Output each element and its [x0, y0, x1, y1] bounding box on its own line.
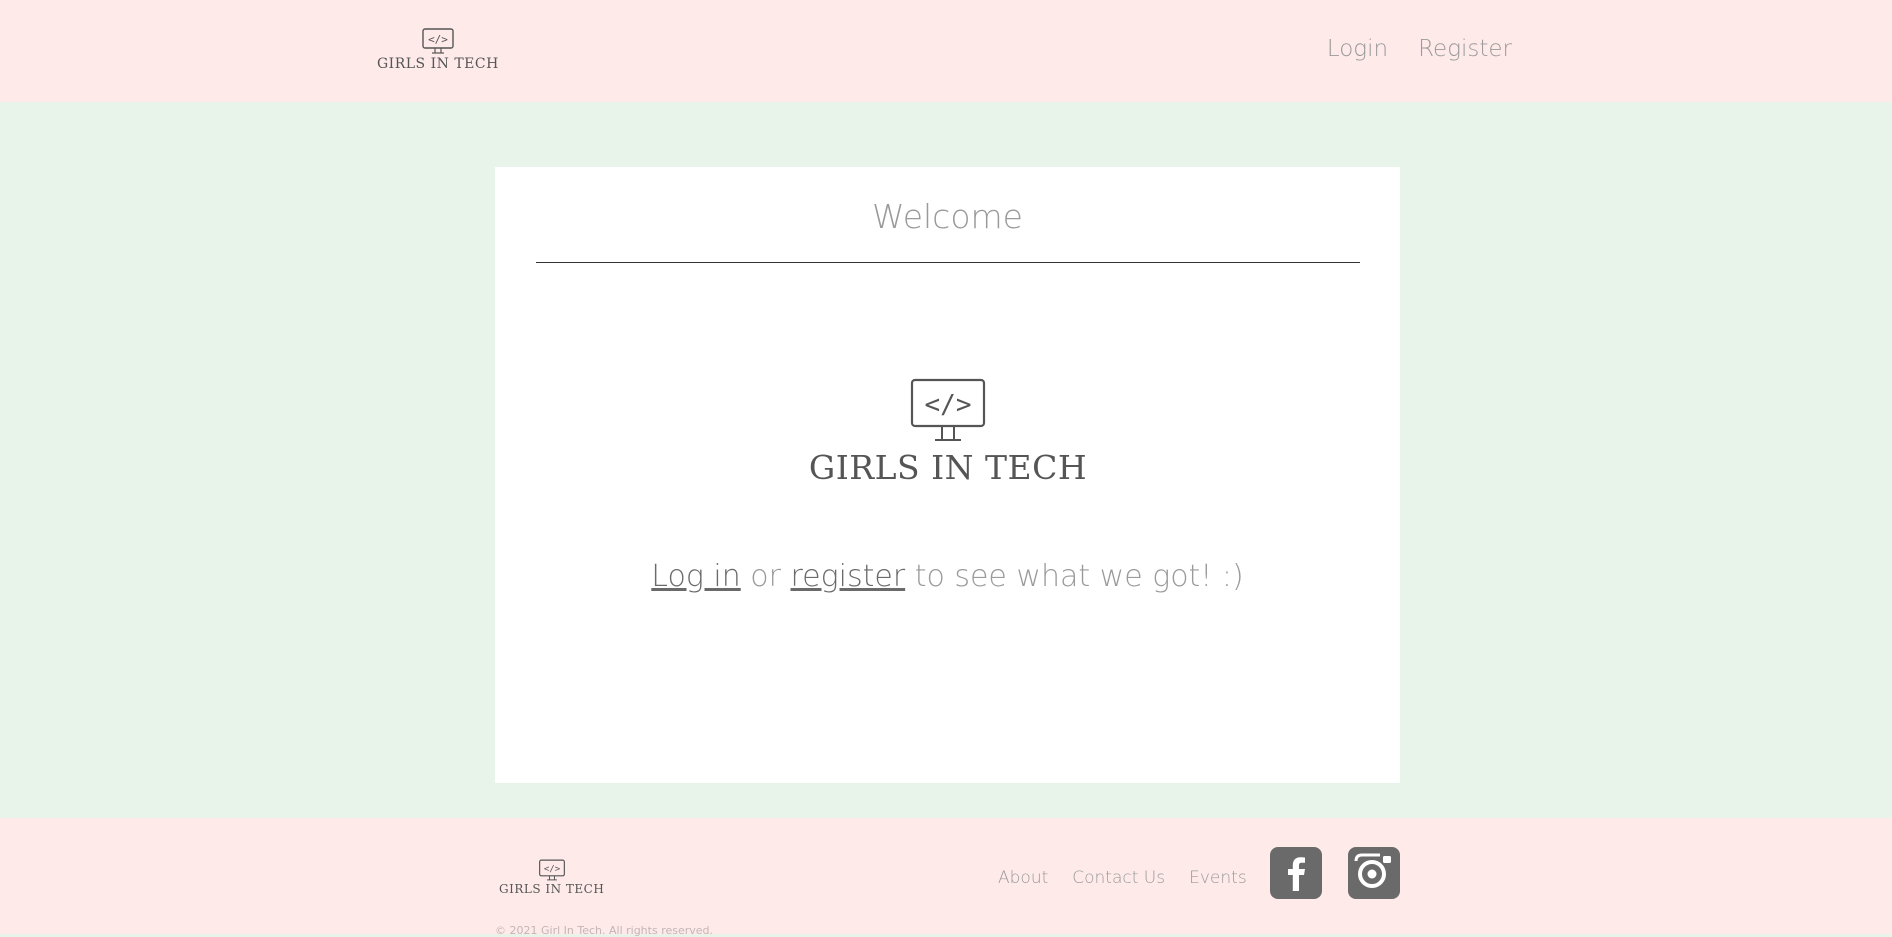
welcome-card: Welcome </> GIRLS IN TECH Log in or regi…	[495, 167, 1400, 783]
copyright-text: © 2021 Girl In Tech. All rights reserved…	[495, 924, 714, 937]
footer-events-link[interactable]: Events	[1189, 868, 1247, 888]
footer-contact-link[interactable]: Contact Us	[1072, 868, 1165, 888]
prompt-or: or	[740, 559, 791, 594]
svg-text:</>: </>	[428, 33, 448, 46]
center-logo-text: GIRLS IN TECH	[808, 448, 1088, 487]
header-nav: Login Register	[1327, 36, 1512, 62]
title-divider	[536, 262, 1360, 263]
footer-logo-text: GIRLS IN TECH	[499, 882, 605, 896]
svg-text:</>: </>	[925, 390, 972, 420]
site-header: </> GIRLS IN TECH Login Register	[0, 0, 1892, 102]
monitor-code-icon: </>	[422, 28, 454, 54]
instagram-icon[interactable]	[1348, 847, 1400, 899]
header-logo[interactable]: </> GIRLS IN TECH	[377, 28, 499, 72]
monitor-code-icon: </>	[538, 859, 565, 881]
footer-logo[interactable]: </> GIRLS IN TECH	[499, 859, 604, 896]
footer-nav: About Contact Us Events	[998, 868, 1247, 888]
login-prompt: Log in or register to see what we got! :…	[495, 559, 1400, 594]
page-title: Welcome	[872, 197, 1023, 236]
nav-register-link[interactable]: Register	[1418, 36, 1512, 62]
nav-login-link[interactable]: Login	[1327, 36, 1388, 62]
site-footer: </> GIRLS IN TECH About Contact Us Event…	[0, 818, 1892, 937]
monitor-code-icon: </>	[910, 378, 986, 441]
center-logo: </> GIRLS IN TECH	[809, 378, 1087, 487]
svg-text:</>: </>	[544, 865, 561, 875]
prompt-suffix: to see what we got! :)	[905, 559, 1244, 594]
header-logo-text: GIRLS IN TECH	[377, 56, 499, 72]
register-link[interactable]: register	[791, 559, 906, 594]
login-link[interactable]: Log in	[651, 559, 740, 594]
facebook-icon[interactable]	[1270, 847, 1322, 899]
footer-about-link[interactable]: About	[998, 868, 1048, 888]
